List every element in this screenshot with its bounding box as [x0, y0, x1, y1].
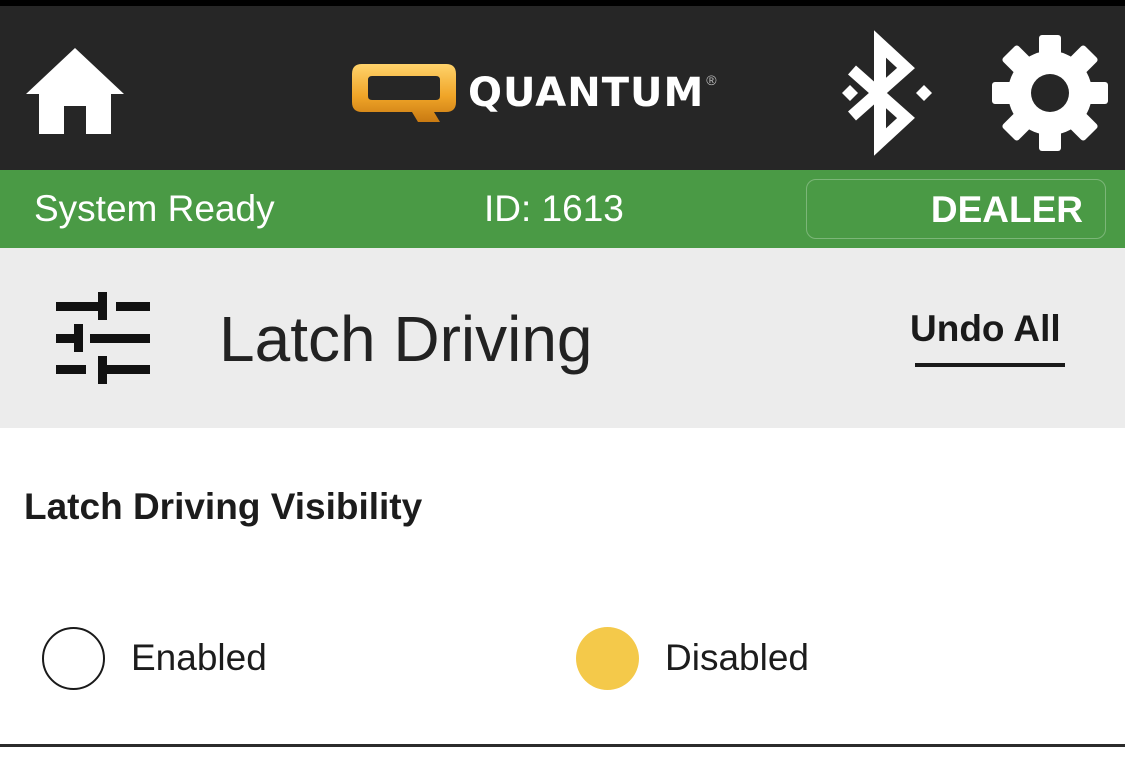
- dealer-mode-button[interactable]: DEALER: [806, 179, 1106, 239]
- status-bar: System Ready ID: 1613 DEALER: [0, 170, 1125, 248]
- radio-label-enabled: Enabled: [131, 637, 267, 678]
- home-icon: [26, 48, 124, 134]
- page-header: Latch Driving Undo All: [0, 248, 1125, 428]
- bluetooth-button[interactable]: [826, 30, 936, 156]
- device-id: ID: 1613: [484, 188, 624, 229]
- gear-icon: [992, 35, 1108, 151]
- top-bar: QUANTUM ®: [0, 0, 1125, 170]
- quantum-logo: QUANTUM ®: [348, 56, 778, 126]
- undo-all-button[interactable]: Undo All: [910, 308, 1061, 350]
- radio-option-disabled[interactable]: Disabled: [576, 626, 809, 690]
- divider: [0, 744, 1125, 747]
- radio-option-enabled[interactable]: Enabled: [42, 626, 267, 690]
- logo-wordmark: QUANTUM: [468, 70, 705, 116]
- system-status: System Ready: [34, 188, 275, 229]
- home-button[interactable]: [22, 42, 128, 138]
- registered-mark: ®: [706, 72, 717, 88]
- bluetooth-icon: [842, 30, 932, 156]
- sliders-icon: [56, 292, 150, 384]
- radio-button-disabled[interactable]: [576, 626, 639, 690]
- settings-button[interactable]: [990, 32, 1110, 154]
- undo-all-underline: [915, 363, 1065, 367]
- quantum-q-emblem: [352, 64, 456, 122]
- section-title: Latch Driving Visibility: [24, 486, 423, 527]
- radio-button-enabled[interactable]: [42, 626, 105, 690]
- radio-label-disabled: Disabled: [665, 637, 809, 678]
- page-title: Latch Driving: [219, 303, 593, 375]
